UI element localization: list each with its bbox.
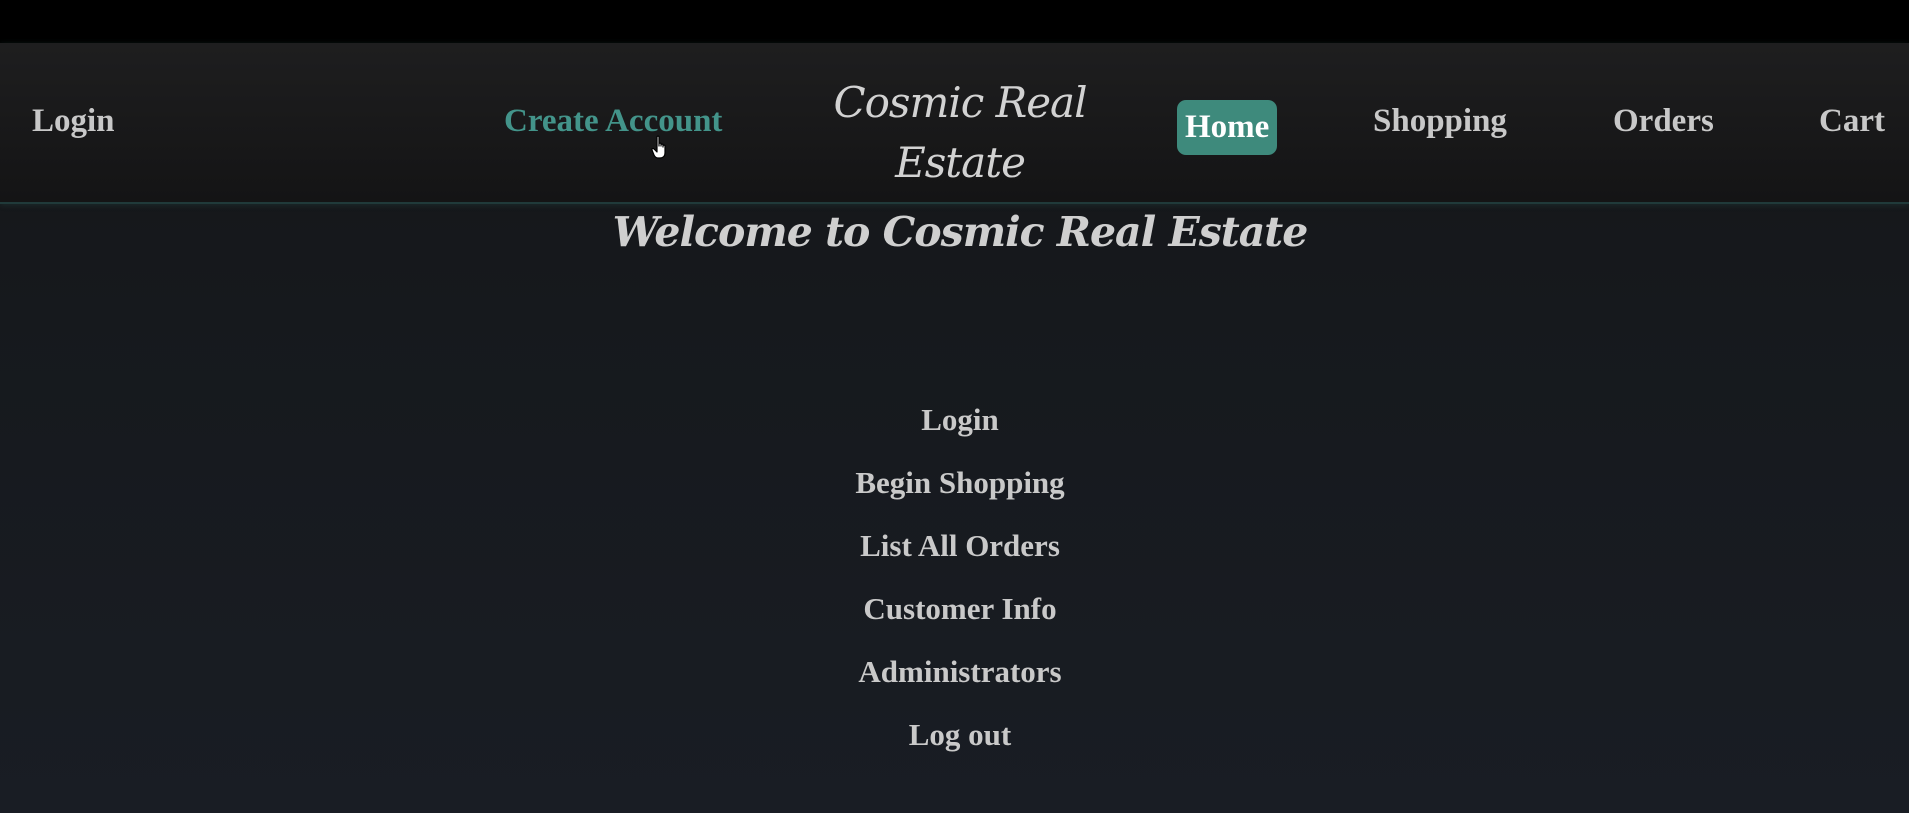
- hand-pointer-icon: [651, 135, 666, 159]
- menu-item-begin-shopping[interactable]: Begin Shopping: [0, 451, 1909, 514]
- top-black-strip: [0, 0, 1909, 43]
- brand-line-1: Cosmic Real: [833, 78, 1087, 127]
- welcome-heading: Welcome to Cosmic Real Estate: [612, 208, 1309, 256]
- brand-title: Cosmic Real Estate: [820, 73, 1100, 193]
- nav-login-link[interactable]: Login: [32, 101, 115, 141]
- nav-create-account-link[interactable]: Create Account: [504, 101, 722, 141]
- menu-item-administrators[interactable]: Administrators: [0, 640, 1909, 703]
- menu-item-log-out[interactable]: Log out: [0, 703, 1909, 766]
- menu-item-customer-info[interactable]: Customer Info: [0, 577, 1909, 640]
- main-menu: Login Begin Shopping List All Orders Cus…: [0, 388, 1909, 766]
- menu-item-list-all-orders[interactable]: List All Orders: [0, 514, 1909, 577]
- nav-home-link[interactable]: Home: [1177, 100, 1278, 155]
- navbar: Login Create Account Cosmic Real Estate …: [0, 43, 1909, 204]
- page: Login Create Account Cosmic Real Estate …: [0, 43, 1909, 813]
- brand-line-2: Estate: [895, 138, 1026, 187]
- menu-item-login[interactable]: Login: [0, 388, 1909, 451]
- nav-cart-link[interactable]: Cart: [1819, 101, 1885, 141]
- nav-orders-link[interactable]: Orders: [1613, 101, 1714, 141]
- nav-shopping-link[interactable]: Shopping: [1373, 101, 1507, 141]
